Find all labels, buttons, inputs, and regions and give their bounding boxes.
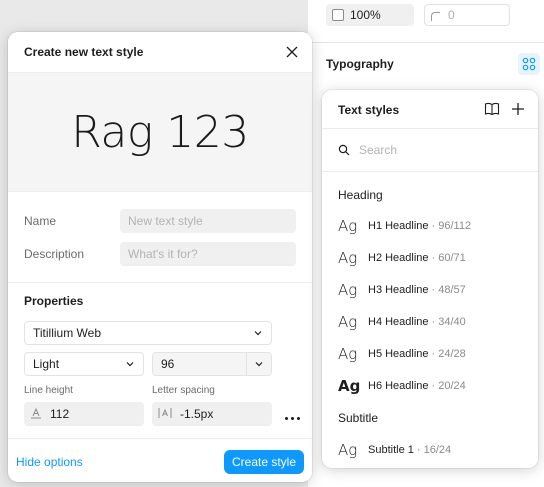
name-label: Name — [24, 214, 57, 228]
style-meta: · 34/40 — [431, 316, 466, 328]
hide-options-link[interactable]: Hide options — [16, 455, 83, 469]
style-sample: Ag — [338, 281, 358, 299]
style-name: H2 Headline — [368, 252, 429, 264]
line-height-icon — [30, 407, 42, 422]
create-text-style-dialog: Create new text style Rag 123 Name Descr… — [8, 32, 312, 482]
plus-icon — [512, 103, 524, 115]
style-sample: Ag — [338, 249, 358, 267]
corner-radius-value: 0 — [448, 8, 455, 22]
name-input[interactable] — [120, 209, 296, 233]
chevron-down-icon — [255, 362, 263, 367]
search-icon — [338, 144, 350, 156]
group-label-subtitle: Subtitle — [338, 411, 379, 425]
style-item-h4[interactable]: Ag H4 Headline · 34/40 — [338, 310, 528, 334]
close-icon — [286, 46, 298, 58]
font-family-value: Titillium Web — [33, 326, 102, 340]
name-row: Name — [24, 209, 296, 233]
style-meta: · 96/112 — [431, 220, 472, 232]
search-bar — [322, 128, 538, 172]
typography-section-title: Typography — [326, 57, 394, 71]
section-divider — [308, 42, 544, 43]
style-item-h3[interactable]: Ag H3 Headline · 48/57 — [338, 278, 528, 302]
style-sample: Ag — [338, 441, 358, 459]
style-item-h1[interactable]: Ag H1 Headline · 96/112 — [338, 214, 528, 238]
font-family-select[interactable]: Titillium Web — [24, 321, 272, 345]
footer-divider — [8, 438, 312, 439]
letter-spacing-value: -1.5px — [180, 407, 214, 421]
font-size-dropdown-button[interactable] — [247, 352, 272, 376]
style-sample: Ag — [338, 345, 358, 363]
style-name: H6 Headline — [368, 380, 429, 392]
more-dots-icon — [284, 416, 288, 420]
font-weight-value: Light — [33, 357, 60, 371]
style-meta: · 16/24 — [416, 444, 452, 456]
properties-divider — [8, 282, 312, 283]
style-meta: · 60/71 — [431, 252, 466, 264]
search-input[interactable] — [359, 143, 519, 157]
preview-text: Rag 123 — [71, 106, 249, 158]
style-name: H1 Headline — [368, 220, 429, 232]
text-styles-title: Text styles — [338, 103, 400, 117]
description-input[interactable] — [120, 242, 296, 266]
style-item-h6[interactable]: Ag H6 Headline · 20/24 — [338, 374, 528, 398]
corner-radius-field[interactable]: 0 — [424, 4, 510, 26]
letter-spacing-icon — [158, 407, 172, 422]
style-meta: · 48/57 — [431, 284, 466, 296]
style-meta: · 24/28 — [431, 348, 466, 360]
layer-row: 100% 0 — [326, 4, 510, 26]
visibility-checkbox[interactable] — [332, 9, 344, 21]
four-dots-icon — [522, 57, 536, 71]
text-styles-panel: Text styles Heading Ag H1 Headline · 96/… — [322, 90, 538, 468]
font-weight-select[interactable]: Light — [24, 352, 144, 376]
style-sample: Ag — [338, 377, 361, 395]
style-sample: Ag — [338, 313, 358, 331]
font-size-select: 96 — [152, 352, 272, 376]
line-height-field[interactable]: 112 — [24, 402, 144, 426]
line-height-label: Line height — [24, 385, 73, 396]
style-name: H5 Headline — [368, 348, 429, 360]
chevron-down-icon — [253, 328, 263, 338]
book-icon — [484, 102, 500, 116]
style-item-h5[interactable]: Ag H5 Headline · 24/28 — [338, 342, 528, 366]
description-label: Description — [24, 247, 85, 261]
description-row: Description — [24, 242, 296, 266]
opacity-field[interactable]: 100% — [326, 4, 414, 26]
style-name: Subtitle 1 — [368, 444, 414, 456]
dialog-header: Create new text style — [8, 32, 312, 72]
create-style-button[interactable]: Create style — [224, 450, 304, 474]
style-item-h2[interactable]: Ag H2 Headline · 60/71 — [338, 246, 528, 270]
letter-spacing-field[interactable]: -1.5px — [152, 402, 272, 426]
dialog-title: Create new text style — [24, 45, 144, 59]
library-button[interactable] — [484, 101, 500, 117]
chevron-down-icon — [125, 359, 135, 369]
corner-radius-icon — [431, 12, 440, 21]
add-style-button[interactable] — [510, 101, 526, 117]
style-name: H3 Headline — [368, 284, 429, 296]
style-meta: · 20/24 — [431, 380, 466, 392]
line-height-value: 112 — [50, 407, 70, 421]
style-grid-button[interactable] — [518, 53, 540, 75]
style-sample: Ag — [338, 217, 358, 235]
group-label-heading: Heading — [338, 188, 383, 202]
style-name: H4 Headline — [368, 316, 429, 328]
letter-spacing-label: Letter spacing — [152, 385, 215, 396]
properties-title: Properties — [24, 294, 84, 308]
font-size-input[interactable]: 96 — [152, 352, 247, 376]
close-button[interactable] — [282, 42, 302, 62]
style-preview: Rag 123 — [8, 72, 312, 192]
font-size-value: 96 — [161, 357, 175, 371]
opacity-value: 100% — [350, 8, 381, 22]
style-item-subtitle-1[interactable]: Ag Subtitle 1 · 16/24 — [338, 438, 528, 462]
more-options-button[interactable] — [282, 408, 302, 428]
